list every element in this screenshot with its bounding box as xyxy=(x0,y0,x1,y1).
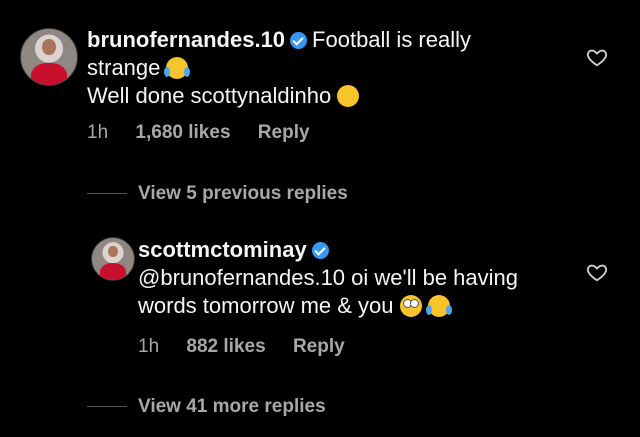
comment-2-username[interactable]: scottmctominay xyxy=(138,237,307,262)
comment-2-time: 1h xyxy=(138,336,160,357)
comment-1-text-line2: strange xyxy=(87,55,161,80)
comment-1-body: brunofernandes.10 Football is really stra… xyxy=(87,26,557,110)
comment-1-reply-button[interactable]: Reply xyxy=(258,122,310,143)
avatar-bruno[interactable] xyxy=(20,28,78,86)
comment-1-text-line1: Football is really xyxy=(312,27,471,52)
comment-2-meta: 1h 882 likes Reply xyxy=(138,336,367,358)
avatar-head xyxy=(42,39,56,55)
avatar-scott[interactable] xyxy=(91,237,135,281)
avatar-shirt xyxy=(99,263,127,280)
comment-2-text-line1: @brunofernandes.10 oi we'll be having xyxy=(138,265,519,290)
verified-badge-icon xyxy=(311,242,329,259)
avatar-shirt xyxy=(31,62,67,85)
avatar-head xyxy=(107,245,119,258)
comment-2-reply-button[interactable]: Reply xyxy=(293,336,345,357)
comment-1-text-line3: Well done scottynaldinho xyxy=(87,83,332,108)
tears-of-joy-emoji-icon xyxy=(164,57,191,79)
comment-1-meta: 1h 1,680 likes Reply xyxy=(87,122,332,144)
comment-1-username[interactable]: brunofernandes.10 xyxy=(87,27,285,52)
eye-roll-emoji-icon xyxy=(399,295,422,317)
view-more-replies-button[interactable]: View 41 more replies xyxy=(138,396,326,418)
tears-of-joy-emoji-icon xyxy=(425,295,452,317)
comment-2-body: scottmctominay @brunofernandes.10 oi we'… xyxy=(138,236,578,320)
verified-badge-icon xyxy=(290,32,308,49)
view-more-divider xyxy=(87,406,127,407)
comment-1-time: 1h xyxy=(87,122,109,143)
comment-2-text-line2: words tomorrow me & you xyxy=(138,293,394,318)
view-previous-divider xyxy=(87,193,127,194)
like-heart-icon[interactable] xyxy=(586,261,608,283)
like-heart-icon[interactable] xyxy=(586,46,608,68)
view-previous-replies-button[interactable]: View 5 previous replies xyxy=(138,183,348,205)
comment-1-likes[interactable]: 1,680 likes xyxy=(135,122,230,143)
comment-2-likes[interactable]: 882 likes xyxy=(186,336,265,357)
sweat-smile-emoji-icon xyxy=(337,85,360,107)
